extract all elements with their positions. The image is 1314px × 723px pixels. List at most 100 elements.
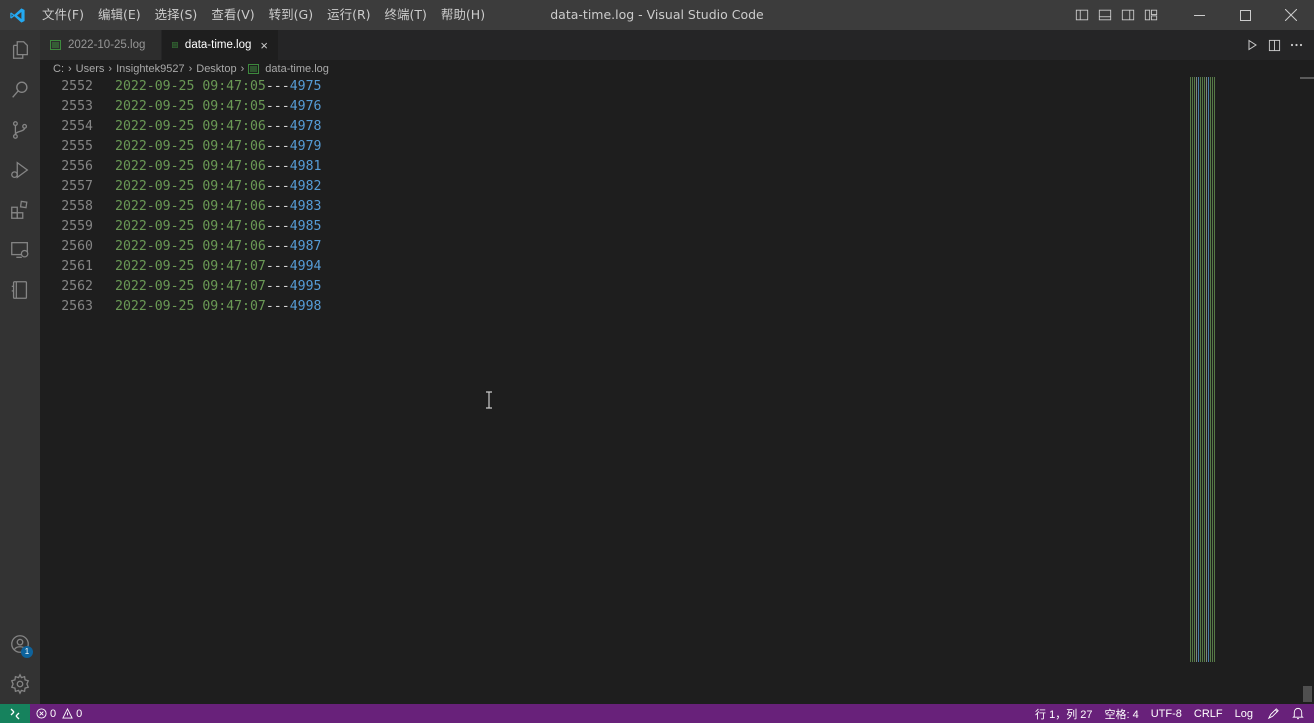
run-debug-icon[interactable]: [0, 150, 40, 190]
menu-item[interactable]: 终端(T): [378, 0, 434, 30]
account-icon[interactable]: 1: [0, 624, 40, 664]
line-number: 2562: [61, 279, 93, 294]
separator: ---: [265, 119, 290, 134]
breadcrumb-item[interactable]: C:: [53, 63, 64, 75]
toggle-primary-sidebar-icon[interactable]: [1071, 0, 1093, 30]
remote-explorer-icon[interactable]: [0, 230, 40, 270]
tab-2022-10-25-log[interactable]: 2022-10-25.log: [40, 30, 162, 60]
breadcrumb-item[interactable]: Insightek9527: [116, 63, 185, 75]
code-line[interactable]: 2555 2022-09-25 09:47:06---4979: [40, 137, 1170, 157]
code-line[interactable]: 2560 2022-09-25 09:47:06---4987: [40, 237, 1170, 257]
warning-icon: [62, 708, 73, 719]
value: 4983: [289, 199, 322, 214]
code-line[interactable]: 2554 2022-09-25 09:47:06---4978: [40, 117, 1170, 137]
vertical-scrollbar[interactable]: [1300, 77, 1314, 704]
line-content: 2022-09-25 09:47:05---4976: [115, 97, 321, 117]
settings-gear-icon[interactable]: [0, 664, 40, 704]
customize-layout-icon[interactable]: [1140, 0, 1162, 30]
more-actions-icon[interactable]: [1288, 30, 1304, 60]
minimize-button[interactable]: [1176, 0, 1222, 30]
value: 4982: [289, 179, 322, 194]
menu-item[interactable]: 转到(G): [262, 0, 320, 30]
line-content: 2022-09-25 09:47:05---4975: [115, 77, 321, 97]
menu-item[interactable]: 查看(V): [204, 0, 261, 30]
menu-item[interactable]: 文件(F): [35, 0, 91, 30]
menu-item[interactable]: 编辑(E): [91, 0, 148, 30]
end-of-line[interactable]: CRLF: [1188, 704, 1229, 723]
log-file-icon: [172, 42, 178, 48]
code-line[interactable]: 2563 2022-09-25 09:47:07---4998: [40, 297, 1170, 317]
code-line[interactable]: 2556 2022-09-25 09:47:06---4981: [40, 157, 1170, 177]
feedback-icon[interactable]: [1261, 704, 1286, 723]
problems-indicator[interactable]: 0 0: [30, 704, 88, 723]
code-line[interactable]: 2561 2022-09-25 09:47:07---4994: [40, 257, 1170, 277]
line-number: 2558: [61, 199, 93, 214]
chevron-right-icon: ›: [108, 62, 113, 75]
breadcrumb: C: › Users › Insightek9527 › Desktop › d…: [40, 60, 1314, 77]
line-number: 2553: [61, 99, 93, 114]
timestamp: 2022-09-25 09:47:06: [115, 159, 266, 174]
encoding[interactable]: UTF-8: [1145, 704, 1188, 723]
source-control-icon[interactable]: [0, 110, 40, 150]
line-number: 2563: [61, 299, 93, 314]
line-number: 2555: [61, 139, 93, 154]
code-line[interactable]: 2562 2022-09-25 09:47:07---4995: [40, 277, 1170, 297]
close-window-button[interactable]: [1268, 0, 1314, 30]
value: 4994: [289, 259, 322, 274]
maximize-button[interactable]: [1222, 0, 1268, 30]
menu-item[interactable]: 运行(R): [320, 0, 377, 30]
line-number: 2560: [61, 239, 93, 254]
close-tab-icon[interactable]: ×: [260, 38, 268, 53]
log-file-icon: [248, 63, 260, 74]
toggle-secondary-sidebar-icon[interactable]: [1117, 0, 1139, 30]
split-editor-icon[interactable]: [1266, 30, 1282, 60]
code-line[interactable]: 2559 2022-09-25 09:47:06---4985: [40, 217, 1170, 237]
value: 4985: [289, 219, 322, 234]
breadcrumb-item[interactable]: Users: [76, 63, 105, 75]
timestamp: 2022-09-25 09:47:07: [115, 279, 266, 294]
editor-area[interactable]: 2563 2022-09-25 09:47:07---4998 2562 2022-0…: [40, 77, 1314, 704]
code-line[interactable]: 2552 2022-09-25 09:47:05---4975: [40, 77, 1170, 97]
search-icon[interactable]: [0, 70, 40, 110]
explorer-icon[interactable]: [0, 30, 40, 70]
account-badge: 1: [21, 646, 33, 658]
title-bar: 文件(F) 编辑(E) 选择(S) 查看(V) 转到(G) 运行(R) 终端(T) 帮助(H)…: [0, 0, 1314, 30]
extensions-icon[interactable]: [0, 190, 40, 230]
timestamp: 2022-09-25 09:47:06: [115, 199, 266, 214]
menu-bar: 文件(F) 编辑(E) 选择(S) 查看(V) 转到(G) 运行(R) 终端(T) 帮助(H): [35, 0, 492, 30]
line-number: 2561: [61, 259, 93, 274]
line-number: 2556: [61, 159, 93, 174]
code-line[interactable]: 2557 2022-09-25 09:47:06---4982: [40, 177, 1170, 197]
warning-count: 0: [76, 707, 83, 720]
run-icon[interactable]: [1244, 30, 1260, 60]
code-line[interactable]: 2558 2022-09-25 09:47:06---4983: [40, 197, 1170, 217]
overview-ruler-marker: [1300, 77, 1314, 79]
language-mode[interactable]: Log: [1229, 704, 1261, 723]
separator: ---: [265, 219, 290, 234]
menu-item[interactable]: 帮助(H): [434, 0, 492, 30]
menu-item[interactable]: 选择(S): [148, 0, 205, 30]
separator: ---: [265, 239, 290, 254]
code-line[interactable]: 2553 2022-09-25 09:47:05---4976: [40, 97, 1170, 117]
breadcrumb-item[interactable]: data-time.log: [265, 63, 329, 75]
minimap[interactable]: [1190, 77, 1217, 662]
line-content: 2022-09-25 09:47:07---4995: [115, 277, 321, 297]
separator: ---: [265, 259, 290, 274]
chevron-right-icon: ›: [240, 62, 245, 75]
value: 4981: [289, 159, 322, 174]
scrollbar-thumb[interactable]: [1303, 686, 1312, 702]
line-number: 2552: [61, 79, 93, 94]
timestamp: 2022-09-25 09:47:07: [115, 259, 266, 274]
tab-label: data-time.log: [184, 39, 252, 51]
toggle-panel-icon[interactable]: [1094, 0, 1116, 30]
remote-indicator-icon[interactable]: [0, 704, 30, 723]
indentation[interactable]: 空格: 4: [1099, 704, 1145, 723]
notifications-bell-icon[interactable]: [1286, 704, 1314, 723]
error-count: 0: [50, 707, 57, 720]
chevron-right-icon: ›: [188, 62, 193, 75]
cursor-position[interactable]: 行 1，列 27: [1029, 704, 1098, 723]
notebook-icon[interactable]: [0, 270, 40, 310]
breadcrumb-item[interactable]: Desktop: [196, 63, 236, 75]
tab-data-time-log[interactable]: data-time.log ×: [162, 30, 278, 60]
value: 4979: [289, 139, 322, 154]
